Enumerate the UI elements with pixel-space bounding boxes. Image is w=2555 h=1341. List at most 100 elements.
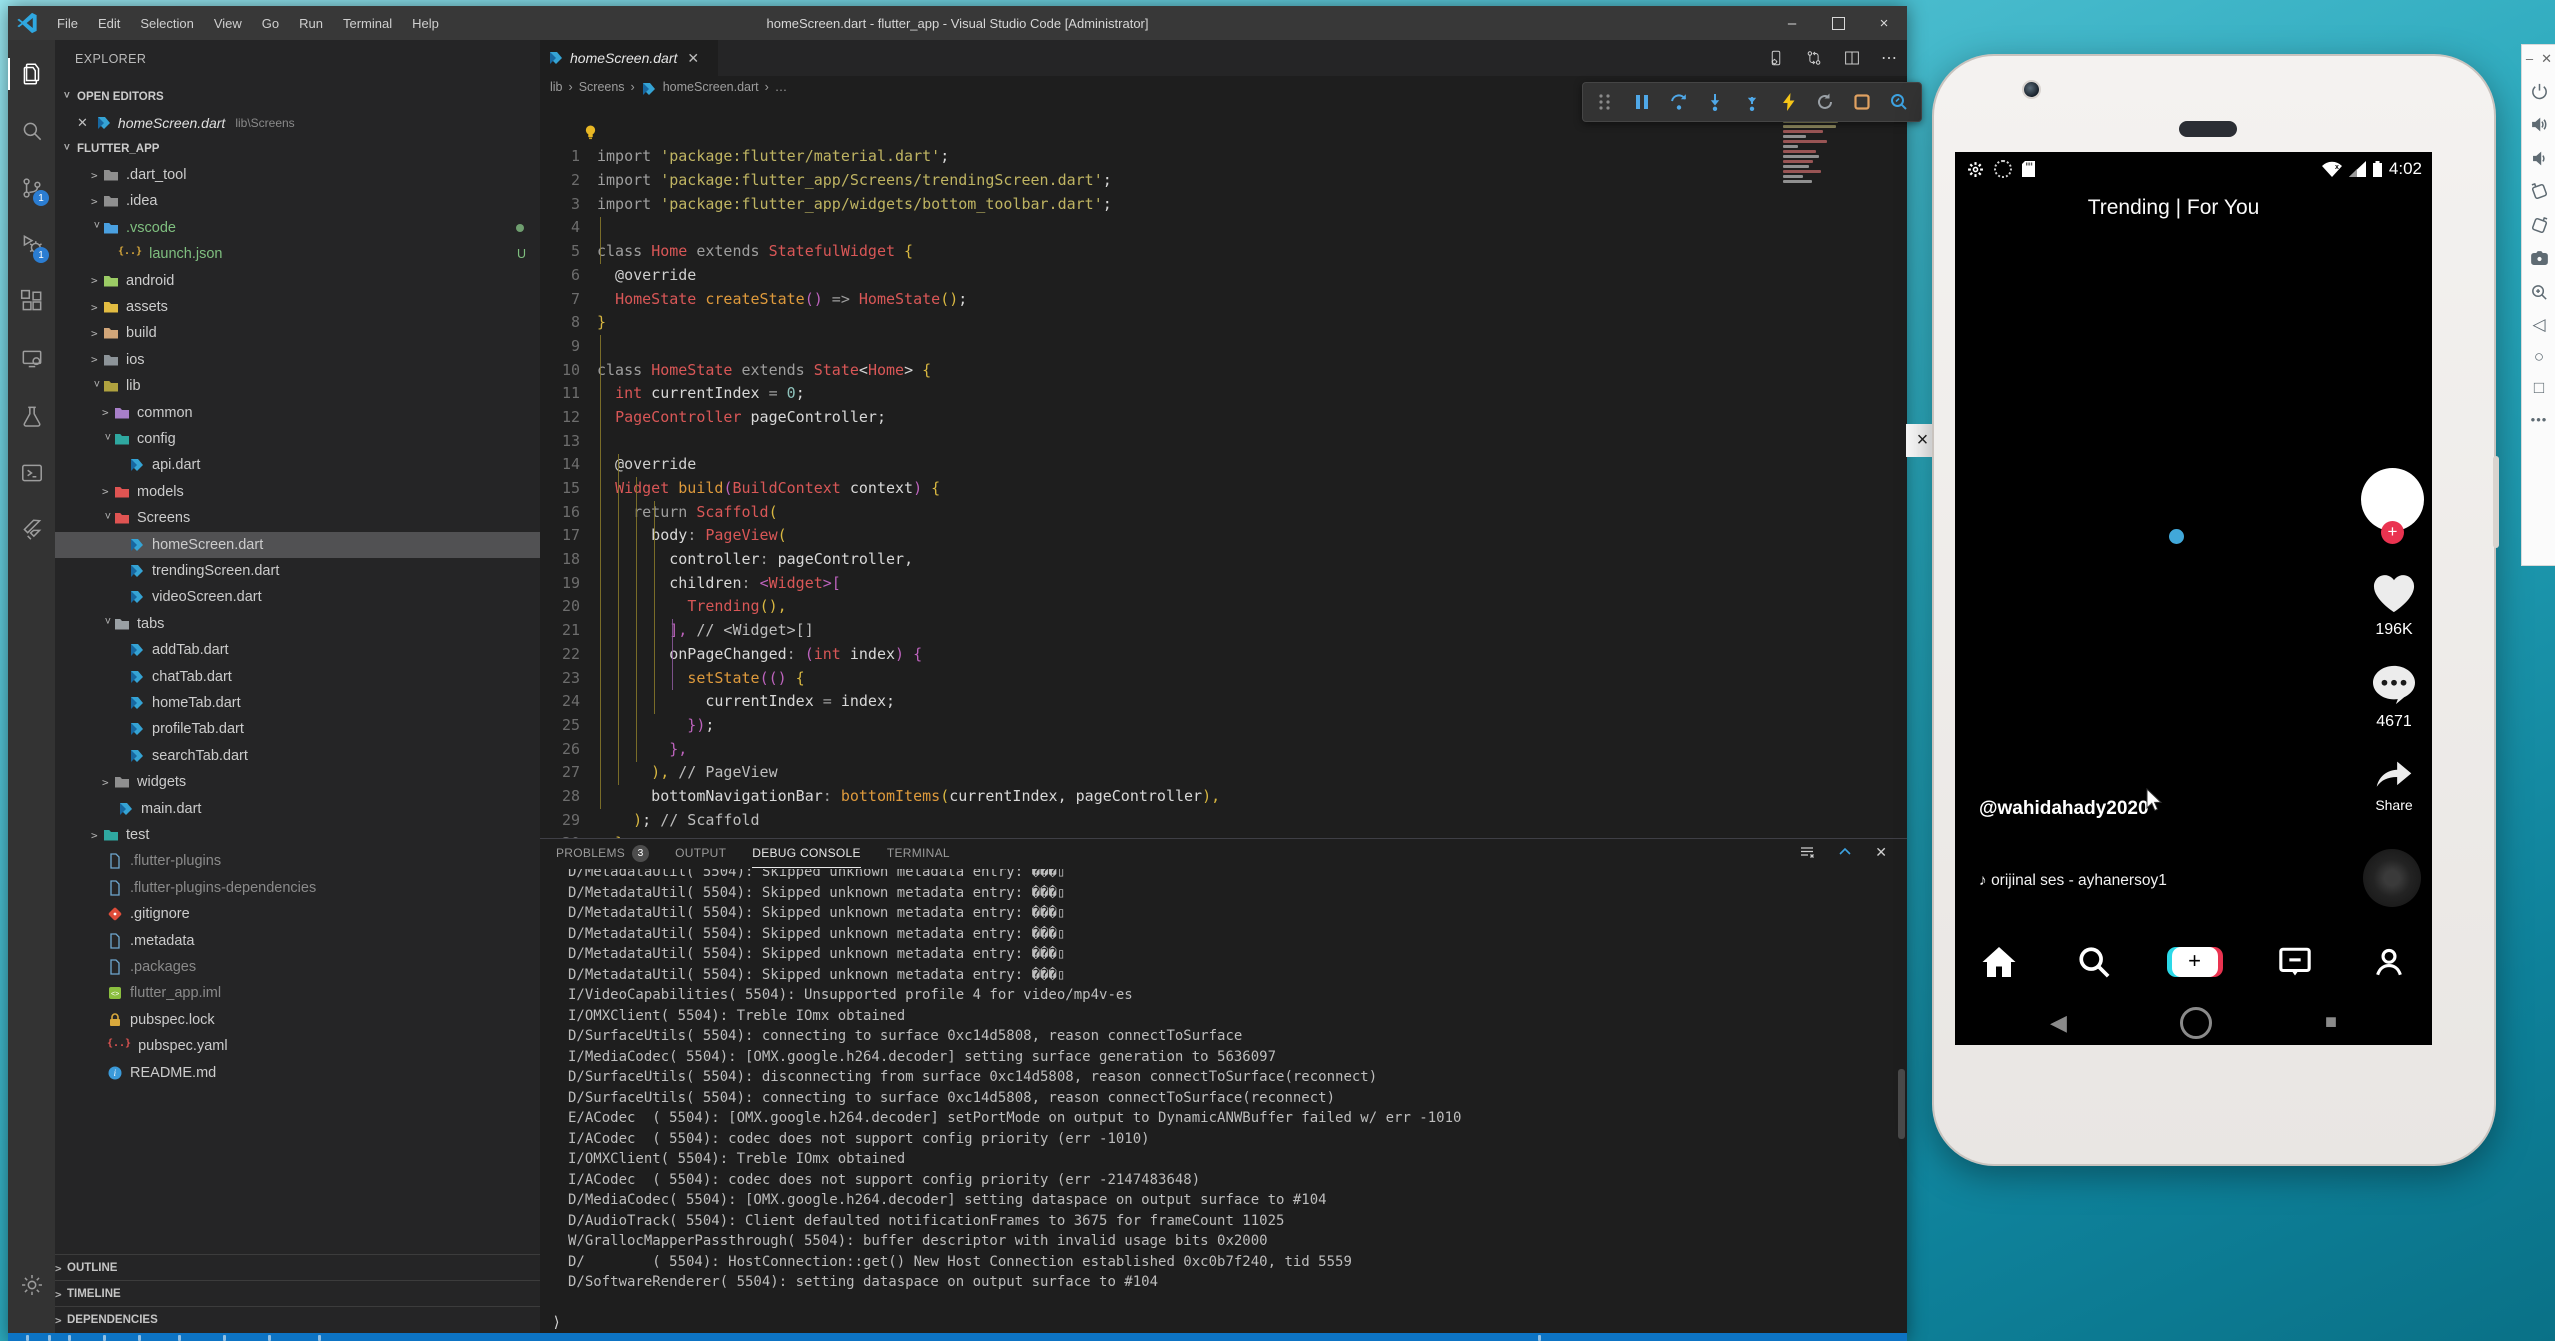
search-tab-icon[interactable] [2077, 945, 2111, 979]
more-actions-icon[interactable]: ⋯ [1881, 48, 1899, 68]
emu-overview-icon[interactable]: □ [2534, 379, 2544, 396]
clear-console-icon[interactable] [1799, 844, 1815, 860]
dependencies-section[interactable]: >DEPENDENCIES [55, 1306, 540, 1333]
creator-avatar[interactable]: + [2361, 468, 2424, 531]
search-icon[interactable] [8, 111, 55, 151]
extensions-icon[interactable] [8, 282, 55, 322]
menu-run[interactable]: Run [290, 12, 332, 35]
rotate-right-icon[interactable] [2530, 216, 2549, 235]
source-control-icon[interactable]: 1 [8, 168, 55, 208]
tree-item--flutter-plugins-dependencies[interactable]: .flutter-plugins-dependencies [55, 875, 540, 901]
tree-item-config[interactable]: >config [55, 426, 540, 452]
maximize-panel-icon[interactable] [1837, 844, 1853, 860]
tree-item-pubspec-lock[interactable]: pubspec.lock [55, 1007, 540, 1033]
maximize-button[interactable] [1815, 6, 1861, 40]
tree-item-common[interactable]: >common [55, 400, 540, 426]
sound-disc[interactable] [2363, 849, 2421, 907]
open-editors-header[interactable]: >OPEN EDITORS [55, 84, 540, 110]
menu-file[interactable]: File [48, 12, 87, 35]
volume-up-icon[interactable] [2530, 115, 2549, 134]
menu-selection[interactable]: Selection [131, 12, 202, 35]
tree-item-searchtab-dart[interactable]: searchTab.dart [55, 743, 540, 769]
tree-item-readme-md[interactable]: iREADME.md [55, 1060, 540, 1086]
stop-button[interactable] [1852, 92, 1872, 112]
screenshot-icon[interactable] [2530, 249, 2549, 268]
tree-item-main-dart[interactable]: main.dart [55, 796, 540, 822]
panel-tab-problems[interactable]: PROBLEMS3 [556, 839, 649, 867]
tree-item-pubspec-yaml[interactable]: {..}pubspec.yaml [55, 1033, 540, 1059]
nav-home-button[interactable] [2180, 1007, 2212, 1039]
tree-item-models[interactable]: >models [55, 479, 540, 505]
tree-item-build[interactable]: >build [55, 320, 540, 346]
close-button[interactable]: × [1861, 6, 1907, 40]
like-button[interactable]: 196K [2359, 572, 2429, 639]
tree-item--vscode[interactable]: >.vscode [55, 215, 540, 241]
tree-item-addtab-dart[interactable]: addTab.dart [55, 637, 540, 663]
tree-item-flutter-app-iml[interactable]: <>flutter_app.iml [55, 980, 540, 1006]
restart-button[interactable] [1815, 92, 1835, 112]
tree-item--flutter-plugins[interactable]: .flutter-plugins [55, 848, 540, 874]
video-sound[interactable]: ♪ orijinal ses - ayhanersoy1 [1979, 872, 2167, 890]
tree-item-profiletab-dart[interactable]: profileTab.dart [55, 716, 540, 742]
feed-tabs-title[interactable]: Trending | For You [1955, 196, 2392, 220]
console-scrollbar[interactable] [1898, 1069, 1905, 1139]
tree-item-hometab-dart[interactable]: homeTab.dart [55, 690, 540, 716]
tree-item--metadata[interactable]: .metadata [55, 928, 540, 954]
phone-screen[interactable]: x 4:02 Trending | For You + 196K 4671 Sh… [1955, 152, 2432, 1045]
run-debug-icon[interactable]: 1 [8, 225, 55, 265]
tree-item-tabs[interactable]: >tabs [55, 611, 540, 637]
minimize-button[interactable]: – [1769, 6, 1815, 40]
open-editor-item[interactable]: ✕ homeScreen.dart lib\Screens [55, 110, 540, 136]
menu-view[interactable]: View [205, 12, 251, 35]
tree-item-assets[interactable]: >assets [55, 294, 540, 320]
debug-console-output[interactable]: D/MetadataUtil( 5504): Skipped unknown m… [568, 869, 1897, 1309]
menu-terminal[interactable]: Terminal [334, 12, 401, 35]
emulator-close-icon[interactable]: ✕ [2541, 51, 2552, 67]
remote-explorer-icon[interactable] [8, 339, 55, 379]
flutter-icon[interactable] [8, 510, 55, 550]
panel-tab-debug-console[interactable]: DEBUG CONSOLE [752, 839, 861, 868]
git-compare-icon[interactable] [1805, 49, 1823, 67]
console-prompt[interactable]: ⟩ [552, 1313, 561, 1331]
panel-tab-output[interactable]: OUTPUT [675, 839, 726, 867]
profile-tab-icon[interactable] [2372, 945, 2406, 979]
devtools-button[interactable] [1889, 92, 1909, 112]
tree-item-lib[interactable]: >lib [55, 373, 540, 399]
emu-back-icon[interactable]: ◁ [2532, 316, 2545, 333]
tree-item-homescreen-dart[interactable]: homeScreen.dart [55, 532, 540, 558]
tree-item-android[interactable]: >android [55, 268, 540, 294]
pause-button[interactable] [1632, 92, 1652, 112]
lightbulb-icon[interactable] [584, 124, 597, 141]
tree-item--packages[interactable]: .packages [55, 954, 540, 980]
create-tab-button[interactable]: + [2172, 947, 2218, 977]
tree-item-trendingscreen-dart[interactable]: trendingScreen.dart [55, 558, 540, 584]
minimap[interactable] [1783, 115, 1859, 191]
manage-gear-icon[interactable] [8, 1265, 55, 1305]
tree-item-launch-json[interactable]: {..}launch.jsonU [55, 241, 540, 267]
step-out-button[interactable] [1742, 92, 1762, 112]
volume-down-icon[interactable] [2530, 149, 2549, 168]
tree-item-test[interactable]: >test [55, 822, 540, 848]
code-editor[interactable]: 1import 'package:flutter/material.dart';… [540, 98, 1907, 838]
tree-item-videoscreen-dart[interactable]: videoScreen.dart [55, 584, 540, 610]
home-tab-icon[interactable] [1981, 945, 2017, 979]
drag-handle[interactable] [1595, 92, 1615, 112]
menu-go[interactable]: Go [253, 12, 288, 35]
close-panel-icon[interactable]: ✕ [1875, 844, 1887, 861]
menu-edit[interactable]: Edit [89, 12, 129, 35]
zoom-icon[interactable] [2530, 283, 2549, 302]
step-into-button[interactable] [1705, 92, 1725, 112]
menu-help[interactable]: Help [403, 12, 448, 35]
tree-item--dart-tool[interactable]: >.dart_tool [55, 162, 540, 188]
explorer-icon[interactable] [8, 54, 55, 94]
share-button[interactable]: Share [2359, 752, 2429, 813]
tree-item-screens[interactable]: >Screens [55, 505, 540, 531]
step-over-button[interactable] [1669, 92, 1689, 112]
timeline-section[interactable]: >TIMELINE [55, 1280, 540, 1307]
outline-section[interactable]: >OUTLINE [55, 1254, 540, 1281]
tree-item--gitignore[interactable]: .gitignore [55, 901, 540, 927]
close-tab-icon[interactable]: ✕ [687, 50, 699, 67]
nav-back-button[interactable]: ◀ [2050, 1010, 2067, 1036]
comment-button[interactable]: 4671 [2359, 664, 2429, 731]
testing-icon[interactable] [8, 396, 55, 436]
